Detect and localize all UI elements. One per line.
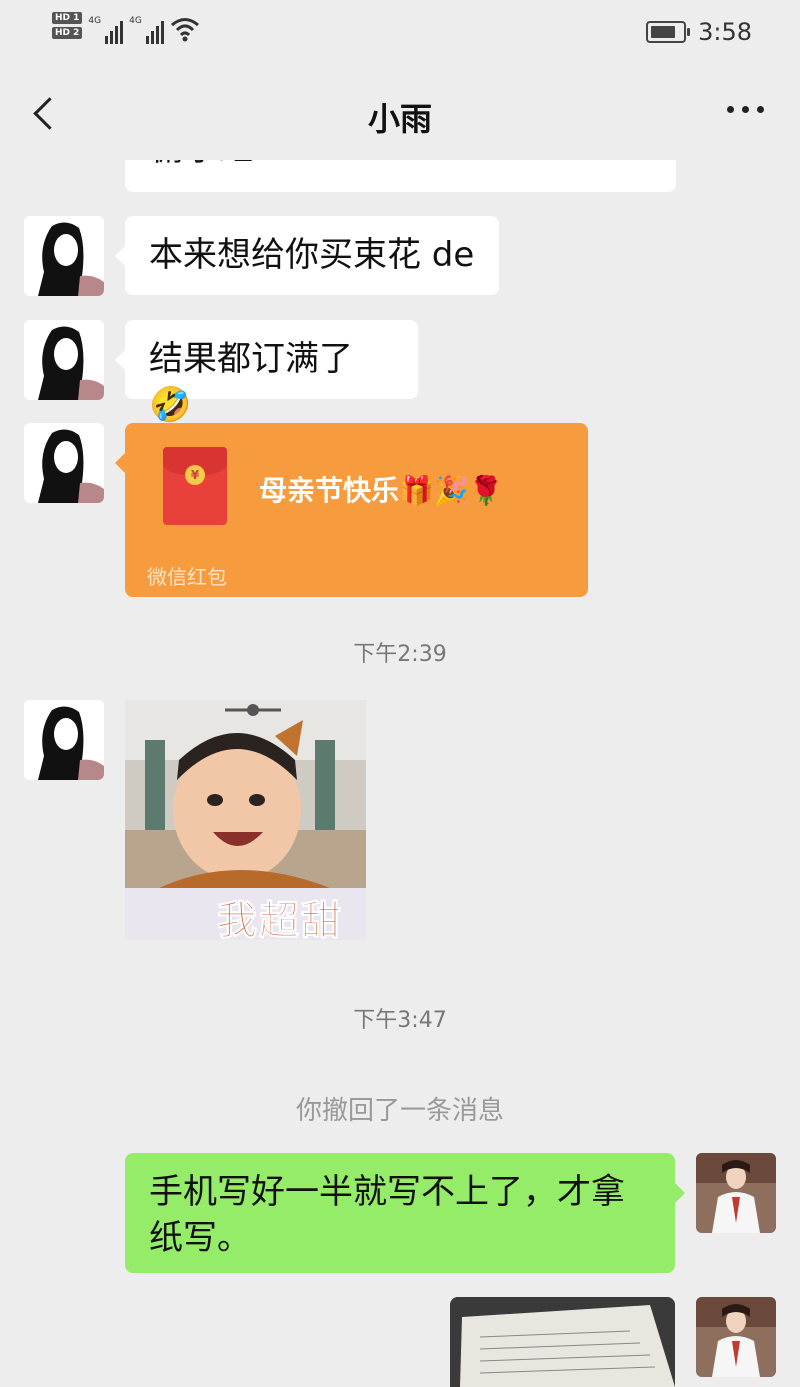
timestamp: 下午3:47 bbox=[353, 1008, 447, 1033]
timestamp: 下午2:39 bbox=[353, 642, 447, 667]
chat-title-text: 小雨 bbox=[367, 100, 432, 138]
recalled-notice: 你撤回了一条消息 bbox=[295, 1096, 504, 1126]
message-text: 结果都订满了 bbox=[149, 339, 353, 379]
chat-header-foreground: 小雨 bbox=[0, 70, 800, 160]
my-avatar[interactable] bbox=[696, 1297, 776, 1377]
my-avatar[interactable] bbox=[696, 1153, 776, 1233]
avatar[interactable] bbox=[24, 700, 104, 780]
photo-message-thumbnail[interactable] bbox=[450, 1297, 675, 1387]
avatar[interactable] bbox=[24, 216, 104, 296]
status-bar: HD 1 HD 2 4G 4G 3:58 bbox=[0, 0, 800, 70]
message-text: 本来想给你买束花 de bbox=[149, 235, 475, 275]
net1-label: 4G bbox=[88, 16, 102, 26]
signal2-icon: 4G bbox=[129, 12, 164, 44]
red-packet-title-text: 母亲节快乐 bbox=[259, 474, 400, 507]
net2-label: 4G bbox=[129, 16, 142, 26]
gift-emoji-icon: 🎁 bbox=[399, 474, 434, 507]
red-packet-icon: ¥ bbox=[163, 447, 227, 525]
message-bubble[interactable]: 结果都订满了 🤣 bbox=[115, 320, 418, 425]
hd2-badge: HD 2 bbox=[52, 27, 83, 39]
hd1-badge: HD 1 bbox=[52, 12, 83, 24]
sticker-caption: 我超甜 bbox=[217, 898, 343, 941]
my-message-bubble[interactable]: 手机写好一半就写不上了，才拿纸写。 bbox=[125, 1153, 685, 1273]
red-packet-card[interactable]: ¥ 母亲节快乐🎁🎉🌹 微信红包 bbox=[115, 423, 588, 597]
status-left: HD 1 HD 2 4G 4G bbox=[52, 12, 200, 44]
message-text: 手机写好一半就写不上了，才拿纸写。 bbox=[149, 1172, 625, 1258]
battery-icon bbox=[646, 21, 691, 43]
sticker-image[interactable]: 我超甜 bbox=[125, 700, 366, 940]
message-bubble[interactable]: 本来想给你买束花 de bbox=[115, 216, 499, 295]
wifi-icon bbox=[170, 18, 199, 42]
more-icon[interactable] bbox=[727, 106, 764, 113]
status-right: 3:58 bbox=[646, 18, 752, 46]
avatar[interactable] bbox=[24, 423, 104, 503]
cry-laugh-emoji-icon: 🤣 bbox=[149, 385, 192, 425]
status-time: 3:58 bbox=[698, 18, 752, 46]
hd-badges: HD 1 HD 2 bbox=[52, 12, 83, 39]
red-packet-label: 微信红包 bbox=[147, 565, 227, 589]
signal1-icon: 4G bbox=[88, 12, 124, 44]
party-emoji-icon: 🎉 bbox=[433, 474, 469, 507]
red-packet-title: 母亲节快乐🎁🎉🌹 bbox=[259, 469, 504, 509]
coin-icon: ¥ bbox=[185, 465, 205, 485]
avatar[interactable] bbox=[24, 320, 104, 400]
rose-emoji-icon: 🌹 bbox=[468, 474, 504, 507]
